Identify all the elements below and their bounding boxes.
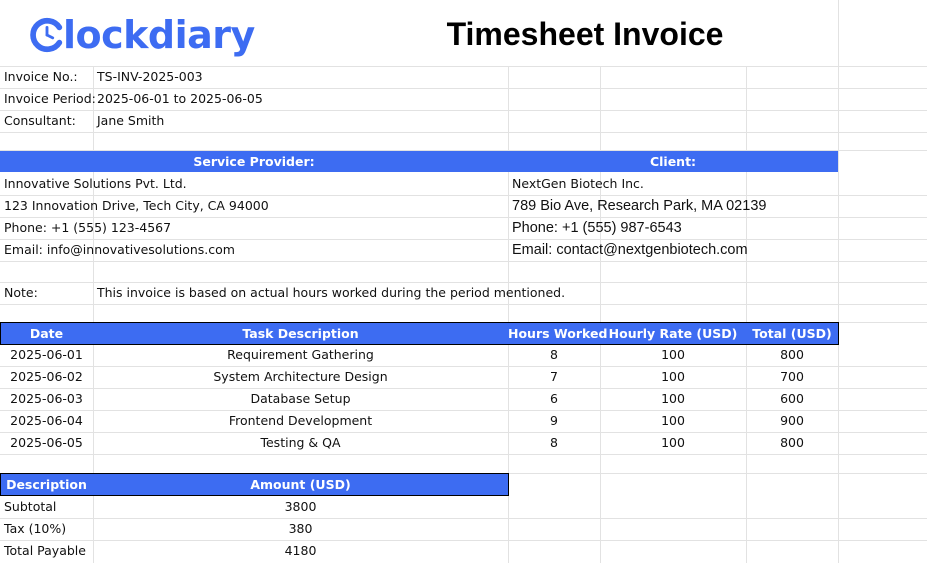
client-email: Email: contact@nextgenbiotech.com [512,242,748,258]
note-label: Note: [4,285,38,300]
provider-phone: Phone: +1 (555) 123-4567 [4,220,172,235]
col-hours-header: Hours Worked [508,326,608,341]
grid-row-line [0,454,927,455]
summary-tax-label: Tax (10%) [4,521,67,536]
invoice-no-label: Invoice No.: [4,69,78,84]
row-rate: 100 [661,391,685,406]
row-date: 2025-06-04 [10,413,83,428]
invoice-no-value: TS-INV-2025-003 [97,69,203,84]
row-total: 600 [780,391,804,406]
summary-subtotal-amount: 3800 [284,499,317,514]
note-text: This invoice is based on actual hours wo… [97,285,566,300]
row-rate: 100 [661,369,685,384]
page-title: Timesheet Invoice [446,16,724,52]
row-rate: 100 [661,347,685,362]
clockdiary-logo: lockdiary [28,10,255,60]
summary-amount-header: Amount (USD) [250,477,351,492]
row-hours: 6 [550,391,558,406]
row-hours: 7 [550,369,558,384]
client-name: NextGen Biotech Inc. [512,176,644,191]
invoice-period-label: Invoice Period: [4,91,96,106]
client-phone: Phone: +1 (555) 987-6543 [512,220,682,236]
col-date-header: Date [29,326,64,341]
consultant-value: Jane Smith [97,113,165,128]
row-date: 2025-06-01 [10,347,83,362]
row-task: System Architecture Design [213,369,388,384]
row-hours: 8 [550,347,558,362]
consultant-label: Consultant: [4,113,76,128]
col-task-header: Task Description [242,326,359,341]
service-provider-header: Service Provider: [193,154,315,169]
grid-row-line [0,132,927,133]
row-total: 800 [780,435,804,450]
row-rate: 100 [661,413,685,428]
grid-col-line [746,66,747,563]
provider-address: 123 Innovation Drive, Tech City, CA 9400… [4,198,269,213]
summary-total-amount: 4180 [284,543,317,558]
row-task: Frontend Development [228,413,373,428]
summary-tax-amount: 380 [288,521,313,536]
grid-row-line [0,304,927,305]
col-rate-header: Hourly Rate (USD) [608,326,738,341]
client-address: 789 Bio Ave, Research Park, MA 02139 [512,198,767,214]
row-total: 900 [780,413,804,428]
invoice-period-value: 2025-06-01 to 2025-06-05 [97,91,263,106]
summary-description-header: Description [6,477,87,492]
provider-name: Innovative Solutions Pvt. Ltd. [4,176,187,191]
row-hours: 9 [550,413,558,428]
row-task: Requirement Gathering [227,347,374,362]
col-total-header: Total (USD) [752,326,832,341]
invoice-sheet: lockdiary Timesheet Invoice Invoice No.:… [0,0,927,563]
client-header: Client: [649,154,697,169]
row-rate: 100 [661,435,685,450]
grid-row-line [0,261,927,262]
summary-subtotal-label: Subtotal [4,499,57,514]
row-date: 2025-06-03 [10,391,83,406]
row-task: Testing & QA [260,435,341,450]
row-date: 2025-06-02 [10,369,83,384]
row-total: 700 [780,369,804,384]
row-date: 2025-06-05 [10,435,83,450]
summary-total-label: Total Payable [4,543,86,558]
grid-col-line [600,66,601,563]
row-task: Database Setup [250,391,351,406]
provider-email: Email: info@innovativesolutions.com [4,242,235,257]
logo-text: lockdiary [63,13,255,57]
clock-c-icon [30,17,63,53]
row-total: 800 [780,347,804,362]
row-hours: 8 [550,435,558,450]
